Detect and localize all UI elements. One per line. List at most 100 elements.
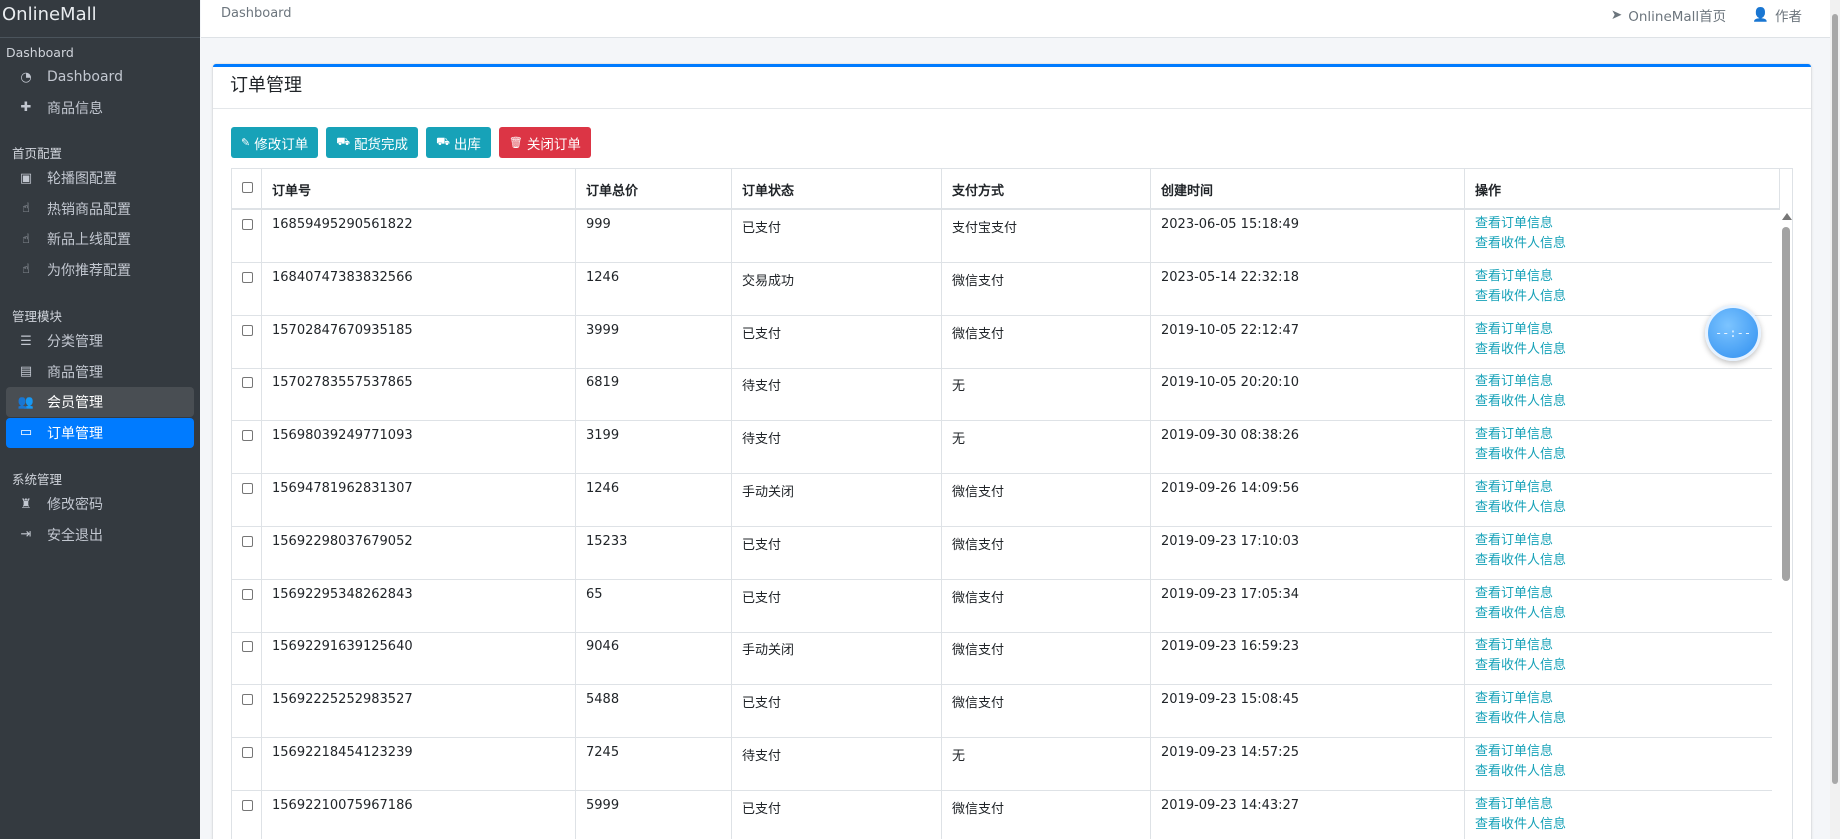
- sidebar-item[interactable]: ☝ 新品上线配置: [6, 224, 194, 254]
- sidebar-item-label: 安全退出: [47, 527, 103, 544]
- table-row[interactable]: 15698039249771093 3199 待支付无 2019-09-30 08:3…: [232, 421, 1772, 475]
- table-row[interactable]: 15692291639125640 9046 手动关闭 微信支付 2019-09-23 …: [232, 632, 1772, 686]
- table-scrollbar-thumb[interactable]: [1782, 227, 1790, 581]
- table-row[interactable]: 15692225252983527 5488 已支付 微信支付 2019-09-23 1…: [232, 685, 1772, 739]
- view-order-link[interactable]: 查看订单信息: [1475, 531, 1762, 551]
- row-checkbox[interactable]: [242, 694, 253, 706]
- page-scrollbar-thumb[interactable]: [1832, 14, 1838, 784]
- select-all-checkbox[interactable]: [242, 182, 253, 193]
- sidebar-item[interactable]: ▤ 商品管理: [6, 357, 194, 387]
- total-cell: 999: [576, 210, 732, 262]
- view-recipient-link[interactable]: 查看收件人信息: [1475, 234, 1762, 254]
- pay-cell: 微信支付: [942, 685, 1151, 738]
- status-cell: 已支付: [732, 315, 942, 368]
- row-checkbox[interactable]: [242, 219, 253, 230]
- table-row[interactable]: 15702783557537865 6819 待支付无 2019-10-05 20:2…: [232, 368, 1772, 422]
- page-scrollbar[interactable]: [1830, 0, 1840, 839]
- view-recipient-link[interactable]: 查看收件人信息: [1475, 815, 1762, 835]
- actions-cell: 查看订单信息 查看收件人信息: [1465, 685, 1772, 737]
- view-recipient-link[interactable]: 查看收件人信息: [1475, 287, 1762, 307]
- sidebar-item-label: 会员管理: [47, 395, 103, 411]
- table-row[interactable]: 15692298037679052 15233 已支付 微信支付 2019-09-23 …: [232, 526, 1772, 580]
- orders-card: 订单管理 ✎ 修改订单 ⛟ 配货完成 ⛟ 出库 🗑 关闭订单 订单号 订单总价 …: [213, 64, 1811, 839]
- sidebar-item[interactable]: 👥 会员管理: [6, 387, 194, 417]
- header-pay[interactable]: 支付方式: [942, 169, 1151, 208]
- edit-order-button[interactable]: ✎ 修改订单: [231, 127, 319, 158]
- sidebar-item[interactable]: ▭ 订单管理: [6, 417, 194, 448]
- status-cell: 已支付: [732, 685, 942, 738]
- header-order-no[interactable]: 订单号: [262, 169, 576, 208]
- view-recipient-link[interactable]: 查看收件人信息: [1475, 656, 1762, 676]
- actions-cell: 查看订单信息 查看收件人信息: [1465, 632, 1772, 684]
- view-recipient-link[interactable]: 查看收件人信息: [1475, 498, 1762, 518]
- sidebar-item[interactable]: ▣ 轮播图配置: [6, 163, 194, 193]
- home-link[interactable]: ➤ OnlineMall首页: [1611, 5, 1726, 25]
- table-row[interactable]: 15692210075967186 5999 已支付 微信支付 2019-09-23 1…: [232, 790, 1772, 839]
- sidebar-item[interactable]: ♜ 修改密码: [6, 489, 194, 519]
- row-checkbox[interactable]: [242, 641, 253, 653]
- header-status[interactable]: 订单状态: [732, 169, 942, 208]
- floating-clock-widget[interactable]: --:--: [1705, 305, 1761, 361]
- view-order-link[interactable]: 查看订单信息: [1475, 742, 1762, 762]
- row-checkbox[interactable]: [242, 483, 253, 494]
- author-link[interactable]: 👤 作者: [1752, 5, 1802, 25]
- sidebar-item[interactable]: ⇥ 安全退出: [6, 520, 194, 550]
- brand-logo[interactable]: OnlineMall: [0, 0, 200, 38]
- row-select-cell: [232, 738, 262, 790]
- view-order-link[interactable]: 查看订单信息: [1475, 267, 1762, 287]
- view-order-link[interactable]: 查看订单信息: [1475, 478, 1762, 498]
- sidebar-item[interactable]: ☝ 热销商品配置: [6, 194, 194, 224]
- actions-cell: 查看订单信息 查看收件人信息: [1465, 368, 1772, 420]
- sidebar-item[interactable]: ☝ 为你推荐配置: [6, 255, 194, 285]
- view-recipient-link[interactable]: 查看收件人信息: [1475, 709, 1762, 729]
- view-recipient-link[interactable]: 查看收件人信息: [1475, 392, 1762, 412]
- table-row[interactable]: 15692218454123239 7245 待支付无 2019-09-23 14:5…: [232, 738, 1772, 791]
- table-row[interactable]: 16859495290561822 999 已支付 支付宝支付 2023-06-05 1…: [232, 210, 1772, 263]
- view-order-link[interactable]: 查看订单信息: [1475, 689, 1762, 709]
- view-recipient-link[interactable]: 查看收件人信息: [1475, 762, 1762, 782]
- row-checkbox[interactable]: [242, 535, 253, 547]
- header-total[interactable]: 订单总价: [576, 169, 732, 208]
- table-row[interactable]: 16840747383832566 1246 交易成功 微信支付 2023-05-14 …: [232, 262, 1772, 316]
- order-no-cell: 15698039249771093: [262, 421, 576, 474]
- created-cell: 2019-09-23 15:08:45: [1151, 685, 1465, 738]
- status-cell: 已支付: [732, 526, 942, 579]
- row-checkbox[interactable]: [242, 430, 253, 442]
- table-scrollbar[interactable]: [1779, 210, 1792, 839]
- status-cell: 已支付: [732, 579, 942, 632]
- row-checkbox[interactable]: [242, 377, 253, 389]
- row-checkbox[interactable]: [242, 271, 253, 283]
- orders-table: 订单号 订单总价 订单状态 支付方式 创建时间 操作 1685949529056…: [231, 168, 1793, 839]
- row-checkbox[interactable]: [242, 588, 253, 600]
- view-recipient-link[interactable]: 查看收件人信息: [1475, 445, 1762, 465]
- view-recipient-link[interactable]: 查看收件人信息: [1475, 551, 1762, 571]
- row-checkbox[interactable]: [242, 799, 253, 811]
- header-created[interactable]: 创建时间: [1151, 169, 1465, 208]
- close-order-button[interactable]: 🗑 关闭订单: [498, 127, 591, 158]
- sidebar-item[interactable]: ☰ 分类管理: [6, 326, 194, 356]
- paper-plane-icon: ➤: [1610, 7, 1623, 23]
- row-select-cell: [232, 368, 262, 421]
- row-checkbox[interactable]: [242, 324, 253, 336]
- table-row[interactable]: 15702847670935185 3999 已支付 微信支付 2019-10-05 2…: [232, 315, 1772, 369]
- table-row[interactable]: 15692295348262843 65 已支付 微信支付 2019-09-23 17:…: [232, 579, 1772, 633]
- actions-cell: 查看订单信息 查看收件人信息: [1465, 210, 1772, 262]
- ship-button[interactable]: ⛟ 出库: [426, 127, 491, 158]
- header-actions: 操作: [1465, 169, 1780, 208]
- view-order-link[interactable]: 查看订单信息: [1475, 795, 1762, 815]
- view-order-link[interactable]: 查看订单信息: [1475, 584, 1762, 604]
- plus-icon: ✚: [20, 100, 32, 115]
- sidebar-item[interactable]: ✚ 商品信息: [6, 93, 194, 123]
- row-checkbox[interactable]: [242, 747, 253, 758]
- view-order-link[interactable]: 查看订单信息: [1475, 372, 1762, 392]
- packed-button[interactable]: ⛟ 配货完成: [326, 127, 419, 158]
- breadcrumb[interactable]: Dashboard: [221, 6, 292, 21]
- row-select-cell: [232, 685, 262, 738]
- view-order-link[interactable]: 查看订单信息: [1475, 214, 1762, 234]
- sidebar-item[interactable]: ◔ Dashboard: [6, 62, 194, 92]
- table-row[interactable]: 15694781962831307 1246 手动关闭 微信支付 2019-09-26 …: [232, 474, 1772, 527]
- view-order-link[interactable]: 查看订单信息: [1475, 425, 1762, 445]
- view-recipient-link[interactable]: 查看收件人信息: [1475, 604, 1762, 624]
- view-order-link[interactable]: 查看订单信息: [1475, 636, 1762, 656]
- scroll-up-arrow[interactable]: [1782, 213, 1792, 220]
